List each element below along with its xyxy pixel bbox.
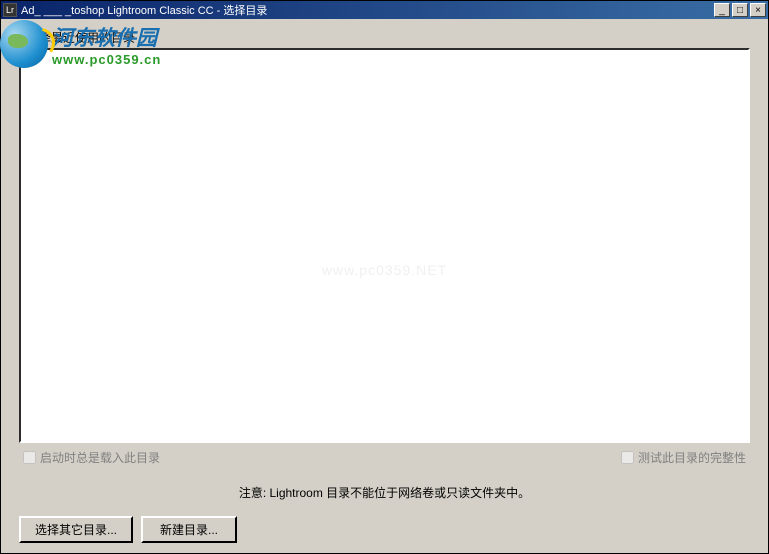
always-load-checkbox[interactable]: 启动时总是载入此目录 xyxy=(23,449,160,466)
recent-catalogs-listbox[interactable] xyxy=(19,48,750,443)
recent-catalogs-label: 选择最近使用的目录 xyxy=(19,29,750,46)
maximize-button[interactable]: □ xyxy=(732,3,748,17)
dialog-body: 选择最近使用的目录 启动时总是载入此目录 测试此目录的完整性 注意: Light… xyxy=(1,19,768,513)
choose-other-catalog-button[interactable]: 选择其它目录... xyxy=(19,516,133,543)
checkbox-row: 启动时总是载入此目录 测试此目录的完整性 xyxy=(19,443,750,466)
always-load-label: 启动时总是载入此目录 xyxy=(40,449,160,466)
window-controls: _ □ × xyxy=(712,3,766,17)
button-row: 选择其它目录... 新建目录... xyxy=(19,516,237,543)
test-integrity-label: 测试此目录的完整性 xyxy=(638,449,746,466)
titlebar: Lr Ad_ ___ _toshop Lightroom Classic CC … xyxy=(1,1,768,19)
listbox-content xyxy=(21,50,748,441)
note-text: 注意: Lightroom 目录不能位于网络卷或只读文件夹中。 xyxy=(19,484,750,501)
always-load-input[interactable] xyxy=(23,451,36,464)
create-new-catalog-button[interactable]: 新建目录... xyxy=(141,516,237,543)
close-button[interactable]: × xyxy=(750,3,766,17)
test-integrity-checkbox[interactable]: 测试此目录的完整性 xyxy=(621,449,746,466)
app-icon: Lr xyxy=(3,3,17,17)
test-integrity-input[interactable] xyxy=(621,451,634,464)
window-title: Ad_ ___ _toshop Lightroom Classic CC - 选… xyxy=(21,2,712,18)
minimize-button[interactable]: _ xyxy=(714,3,730,17)
